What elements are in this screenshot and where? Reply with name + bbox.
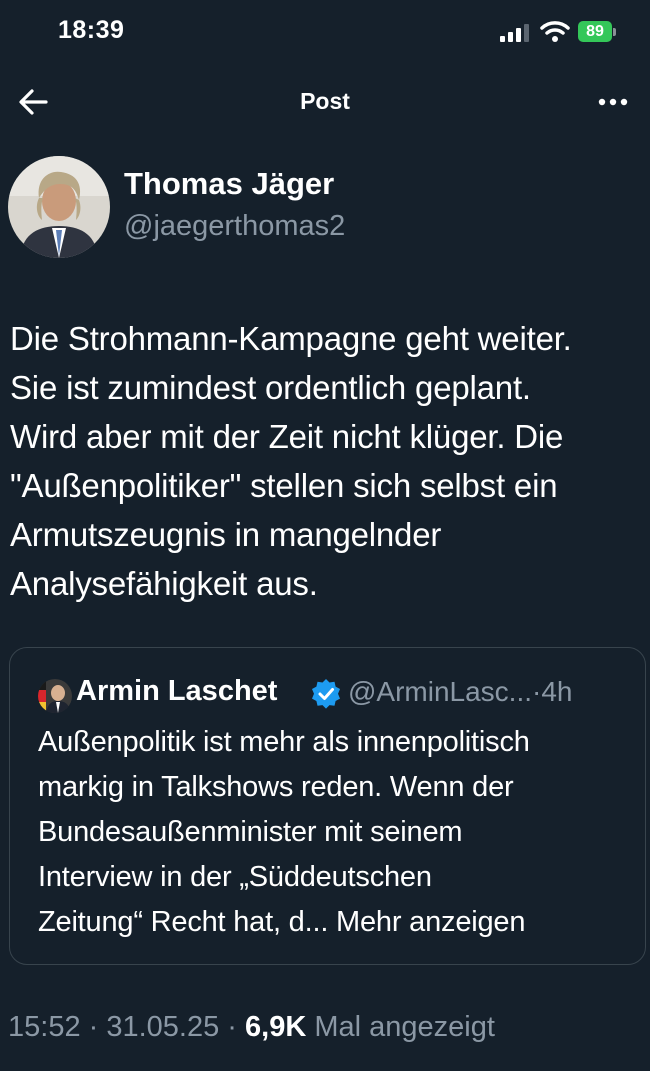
battery-icon: 89	[578, 21, 618, 43]
signal-icon	[500, 24, 529, 42]
avatar-photo	[8, 156, 110, 258]
view-count-label: Mal angezeigt	[306, 1011, 495, 1043]
quoted-text: Außenpolitik ist mehr als innenpolitisch…	[38, 720, 638, 945]
quoted-handle-time: @ArminLasc...·4h	[348, 676, 573, 707]
quoted-line-last: Zeitung“ Recht hat, d... Mehr anzeigen	[38, 900, 638, 945]
battery-level: 89	[578, 21, 612, 42]
view-count[interactable]: 6,9K	[245, 1011, 306, 1043]
tweet-line: Analysefähigkeit aus.	[10, 565, 318, 602]
author-name[interactable]: Thomas Jäger	[124, 166, 334, 202]
post-date: 31.05.25	[106, 1011, 220, 1043]
author-avatar[interactable]	[8, 156, 110, 258]
more-options-button[interactable]	[592, 86, 636, 118]
tweet-line: Die Strohmann-Kampagne geht weiter.	[10, 320, 572, 357]
tweet-line: Armutszeugnis in mangelnder	[10, 516, 442, 553]
quoted-avatar-photo	[38, 679, 72, 713]
show-more-link[interactable]: Mehr anzeigen	[336, 906, 525, 938]
tweet-line: "Außenpolitiker" stellen sich selbst ein	[10, 467, 558, 504]
quoted-line: markig in Talkshows reden. Wenn der	[38, 771, 514, 803]
verified-badge-icon	[312, 679, 340, 709]
quoted-author-name: Armin Laschet	[76, 675, 278, 707]
wifi-icon	[540, 21, 570, 42]
status-time: 18:39	[58, 16, 125, 44]
tweet-meta: 15:52 · 31.05.25 · 6,9K Mal angezeigt	[8, 1011, 495, 1044]
quoted-line: Bundesaußenminister mit seinem	[38, 816, 463, 848]
meta-separator: ·	[219, 1011, 246, 1043]
tweet-text: Die Strohmann-Kampagne geht weiter. Sie …	[10, 314, 645, 608]
status-bar: 18:39 89	[0, 0, 650, 64]
quoted-truncated-text: Zeitung“ Recht hat, d...	[38, 906, 329, 938]
tweet-line: Wird aber mit der Zeit nicht klüger. Die	[10, 418, 564, 455]
more-icon	[598, 98, 628, 106]
quoted-line: Interview in der „Süddeutschen	[38, 861, 432, 893]
battery-tip	[613, 28, 616, 36]
author-handle[interactable]: @jaegerthomas2	[124, 210, 345, 243]
top-nav: Post	[0, 72, 650, 132]
meta-separator: ·	[80, 1011, 107, 1043]
quoted-tweet-card[interactable]: Armin Laschet @ArminLasc...·4h Außenpoli…	[9, 647, 646, 965]
page-title: Post	[300, 88, 350, 114]
post-time: 15:52	[8, 1011, 81, 1043]
tweet-line: Sie ist zumindest ordentlich geplant.	[10, 369, 531, 406]
quoted-author-avatar[interactable]	[38, 679, 72, 713]
quoted-line: Außenpolitik ist mehr als innenpolitisch	[38, 726, 530, 758]
